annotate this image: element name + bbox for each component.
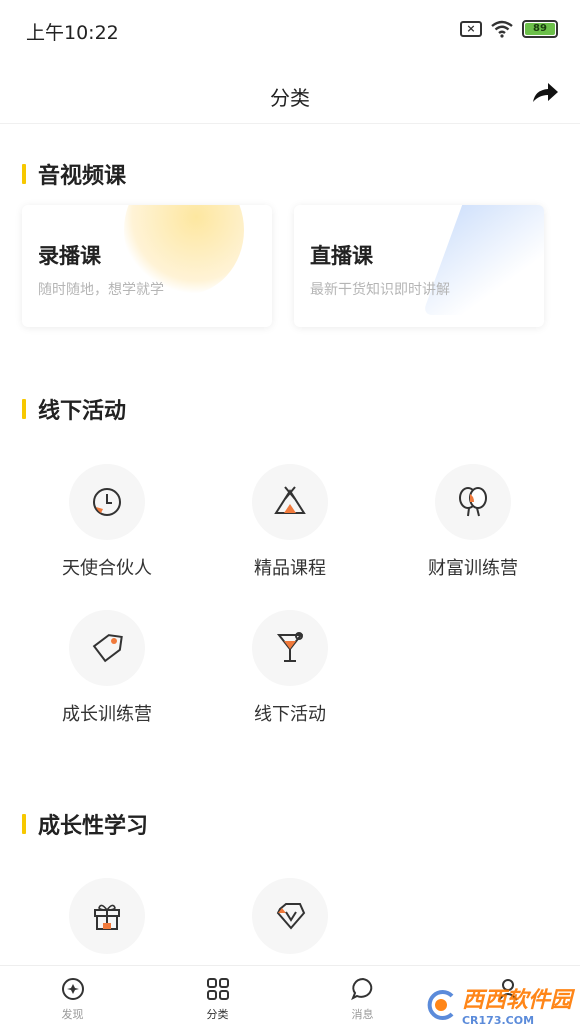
icon-circle (69, 610, 145, 686)
grid-item-vip[interactable] (195, 878, 385, 954)
section-marker (22, 399, 26, 419)
card-subtitle: 随时随地，想学就学 (38, 282, 164, 298)
grid-item-gift[interactable] (12, 878, 202, 954)
grid-label: 精品课程 (254, 558, 326, 579)
balloons-icon (459, 487, 487, 517)
card-title: 直播课 (310, 244, 373, 268)
tab-discover[interactable]: 发现 (0, 966, 145, 1031)
grid-label: 成长训练营 (62, 704, 152, 725)
grid-label: 财富训练营 (428, 558, 518, 579)
recorded-course-card[interactable]: 录播课 随时随地，想学就学 (22, 205, 272, 327)
sim-icon: × (460, 21, 482, 37)
icon-circle (252, 464, 328, 540)
compass-icon (61, 978, 84, 1000)
section-title: 线下活动 (38, 399, 127, 424)
status-bar: 上午10:22 × 89 (0, 0, 580, 60)
status-time: 上午10:22 (26, 22, 119, 44)
watermark: 西西软件园 CR173.COM (424, 982, 572, 1027)
tab-messages[interactable]: 消息 (290, 966, 435, 1031)
grid-item-offline-activity[interactable]: 线下活动 (195, 610, 385, 726)
grid-item-premium-course[interactable]: 精品课程 (195, 464, 385, 580)
page-title: 分类 (270, 86, 310, 110)
tent-icon (274, 486, 306, 514)
grid-item-wealth-camp[interactable]: 财富训练营 (378, 464, 568, 580)
gift-icon (94, 904, 120, 930)
tag-icon (92, 634, 123, 663)
share-icon[interactable] (530, 80, 560, 108)
wifi-icon (491, 20, 513, 38)
section-marker (22, 814, 26, 834)
section-audio-video: 音视频课 (22, 158, 126, 190)
watermark-sub: CR173.COM (461, 1014, 535, 1027)
icon-circle (69, 464, 145, 540)
card-subtitle: 最新干货知识即时讲解 (310, 282, 450, 298)
section-marker (22, 164, 26, 184)
watermark-logo-icon (427, 989, 454, 1020)
tab-label: 发现 (61, 1008, 84, 1021)
tab-label: 分类 (206, 1008, 229, 1021)
battery-level: 89 (525, 23, 555, 35)
grid-icon (206, 978, 229, 1000)
cocktail-icon (276, 632, 304, 662)
status-icons: × 89 (460, 20, 558, 38)
tab-label: 消息 (351, 1008, 374, 1021)
section-title: 成长性学习 (38, 814, 149, 839)
tab-category[interactable]: 分类 (145, 966, 290, 1031)
section-growth: 成长性学习 (22, 808, 148, 840)
vip-diamond-icon (276, 903, 306, 930)
grid-label: 线下活动 (254, 704, 326, 725)
icon-circle (252, 610, 328, 686)
icon-circle (435, 464, 511, 540)
icon-circle (69, 878, 145, 954)
section-title: 音视频课 (38, 164, 127, 189)
card-title: 录播课 (38, 244, 101, 268)
grid-label: 天使合伙人 (62, 558, 152, 579)
grid-item-growth-camp[interactable]: 成长训练营 (12, 610, 202, 726)
live-course-card[interactable]: 直播课 最新干货知识即时讲解 (294, 205, 544, 327)
section-offline: 线下活动 (22, 393, 126, 425)
grid-item-angel-partner[interactable]: 天使合伙人 (12, 464, 202, 580)
header: 分类 (0, 64, 580, 124)
chat-icon (350, 977, 372, 1001)
watermark-text: 西西软件园 (461, 988, 572, 1013)
screen: 上午10:22 × 89 分类 音视频课 录播课 随时随地，想学就学 直播课 最… (0, 0, 580, 1031)
clock-icon (93, 488, 121, 516)
icon-circle (252, 878, 328, 954)
battery-icon: 89 (522, 20, 558, 38)
